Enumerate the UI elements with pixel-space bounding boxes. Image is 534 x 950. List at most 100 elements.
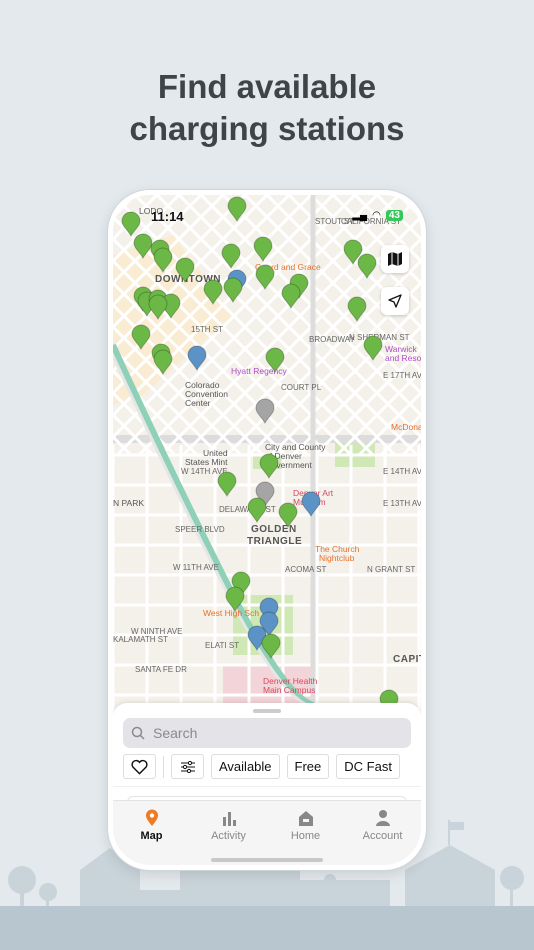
search-placeholder: Search	[153, 725, 198, 741]
map-label: CAPIT	[393, 654, 421, 665]
map-pin-icon	[253, 236, 273, 263]
charging-station-pin-available[interactable]	[278, 502, 298, 529]
map-label: SPEER BLVD	[175, 525, 225, 534]
home-charger-icon	[298, 811, 313, 826]
map-label: States Mint	[185, 457, 228, 467]
map-pin-icon	[187, 345, 207, 372]
phone-frame: LODO DOWNTOWN Guard and Grace STOUT ST CALIF…	[108, 190, 426, 870]
charging-station-pin-available[interactable]	[175, 257, 195, 284]
tab-home[interactable]: Home	[267, 809, 344, 842]
tab-home-label: Home	[290, 830, 321, 842]
map-label: ELATI ST	[205, 641, 240, 650]
headline-line-1: Find available	[157, 68, 377, 105]
filter-available[interactable]: Available	[211, 754, 280, 779]
charging-station-pin-available[interactable]	[223, 277, 243, 304]
map-label: and Reso	[385, 353, 421, 363]
map-pin-icon	[148, 294, 168, 321]
filter-dc-fast[interactable]: DC Fast	[336, 754, 400, 779]
map-pin-icon	[261, 633, 281, 660]
map-label: Center	[185, 398, 211, 408]
map-label: E 14TH AVE	[383, 467, 421, 476]
charging-station-pin-available[interactable]	[265, 347, 285, 374]
charging-station-pin-available[interactable]	[153, 247, 173, 274]
charging-station-pin-available[interactable]	[131, 324, 151, 351]
headline-line-2: charging stations	[129, 110, 405, 147]
charging-station-pin-available[interactable]	[253, 236, 273, 263]
charging-station-pin-available[interactable]	[225, 586, 245, 613]
map-label: N PARK	[113, 498, 145, 508]
tab-activity-label: Activity	[211, 830, 246, 842]
map-pin-icon	[265, 347, 285, 374]
charging-station-pin-available[interactable]	[217, 471, 237, 498]
charging-station-pin-in-use[interactable]	[187, 345, 207, 372]
charging-station-pin-available[interactable]	[357, 253, 377, 280]
signal-icon: ▂▄	[352, 210, 368, 221]
tab-account-label: Account	[362, 830, 403, 842]
map-pin-icon	[363, 335, 383, 362]
map-label: W 11TH AVE	[173, 563, 219, 572]
map-icon	[388, 252, 402, 266]
map-pin-icon	[223, 277, 243, 304]
filter-settings-button[interactable]	[171, 754, 204, 779]
battery-icon: 43	[385, 210, 403, 221]
sheet-divider	[113, 786, 421, 787]
map-label: 15TH ST	[191, 325, 224, 334]
map-label: Main Campus	[263, 685, 316, 695]
map-pin-icon	[153, 349, 173, 376]
sheet-grabber[interactable]	[253, 709, 281, 713]
charging-station-pin-available[interactable]	[259, 453, 279, 480]
map-pin-icon	[203, 279, 223, 306]
map-pin-icon	[301, 491, 321, 518]
charging-station-pin-unavailable[interactable]	[255, 398, 275, 425]
navigation-arrow-icon	[388, 294, 402, 308]
search-icon	[131, 726, 145, 740]
map-pin-icon	[225, 586, 245, 613]
map-label: KALAMATH ST	[113, 635, 168, 644]
map-pin-icon	[145, 809, 158, 826]
charging-station-pin-available[interactable]	[203, 279, 223, 306]
map-pin-icon	[247, 497, 267, 524]
locate-me-button[interactable]	[381, 287, 409, 315]
map-pin-icon	[255, 264, 275, 291]
favorites-filter-button[interactable]	[123, 754, 156, 779]
status-icons: ▂▄ ◠ 43	[352, 210, 403, 221]
map-label: McDona	[391, 422, 421, 432]
charging-station-pin-available[interactable]	[153, 349, 173, 376]
map-label: SANTA FE DR	[135, 665, 187, 674]
status-time: 11:14	[151, 209, 184, 224]
tab-activity[interactable]: Activity	[190, 809, 267, 842]
map-label: BROADWAY	[309, 335, 355, 344]
tab-account[interactable]: Account	[344, 809, 421, 842]
map-pin-icon	[175, 257, 195, 284]
filter-free[interactable]: Free	[286, 754, 330, 779]
sliders-icon	[180, 760, 195, 773]
charging-station-pin-available[interactable]	[221, 243, 241, 270]
map-pin-icon	[281, 283, 301, 310]
charging-station-pin-available[interactable]	[347, 296, 367, 323]
search-input[interactable]: Search	[123, 718, 411, 748]
map-label: E 17TH AVE	[383, 371, 421, 380]
map-view[interactable]: LODO DOWNTOWN Guard and Grace STOUT ST CALIF…	[113, 195, 421, 715]
charging-station-pin-available[interactable]	[363, 335, 383, 362]
ground	[0, 906, 534, 950]
bar-chart-icon	[222, 812, 236, 826]
map-pin-icon	[131, 324, 151, 351]
charging-station-pin-available[interactable]	[247, 497, 267, 524]
tab-map[interactable]: Map	[113, 809, 190, 842]
wifi-icon: ◠	[372, 210, 381, 221]
charging-station-pin-in-use[interactable]	[301, 491, 321, 518]
map-pin-icon	[153, 247, 173, 274]
chip-divider	[163, 755, 164, 778]
charging-station-pin-available[interactable]	[261, 633, 281, 660]
tab-bar: Map Activity Home Account	[113, 800, 421, 865]
charging-station-pin-available[interactable]	[227, 196, 247, 223]
map-label: ACOMA ST	[285, 565, 327, 574]
home-indicator[interactable]	[211, 858, 323, 862]
map-label: TRIANGLE	[247, 536, 303, 547]
headline: Find available charging stations	[0, 66, 534, 150]
map-layers-button[interactable]	[381, 245, 409, 273]
charging-station-pin-available[interactable]	[148, 294, 168, 321]
map-pin-icon	[278, 502, 298, 529]
charging-station-pin-available[interactable]	[255, 264, 275, 291]
charging-station-pin-available[interactable]	[281, 283, 301, 310]
